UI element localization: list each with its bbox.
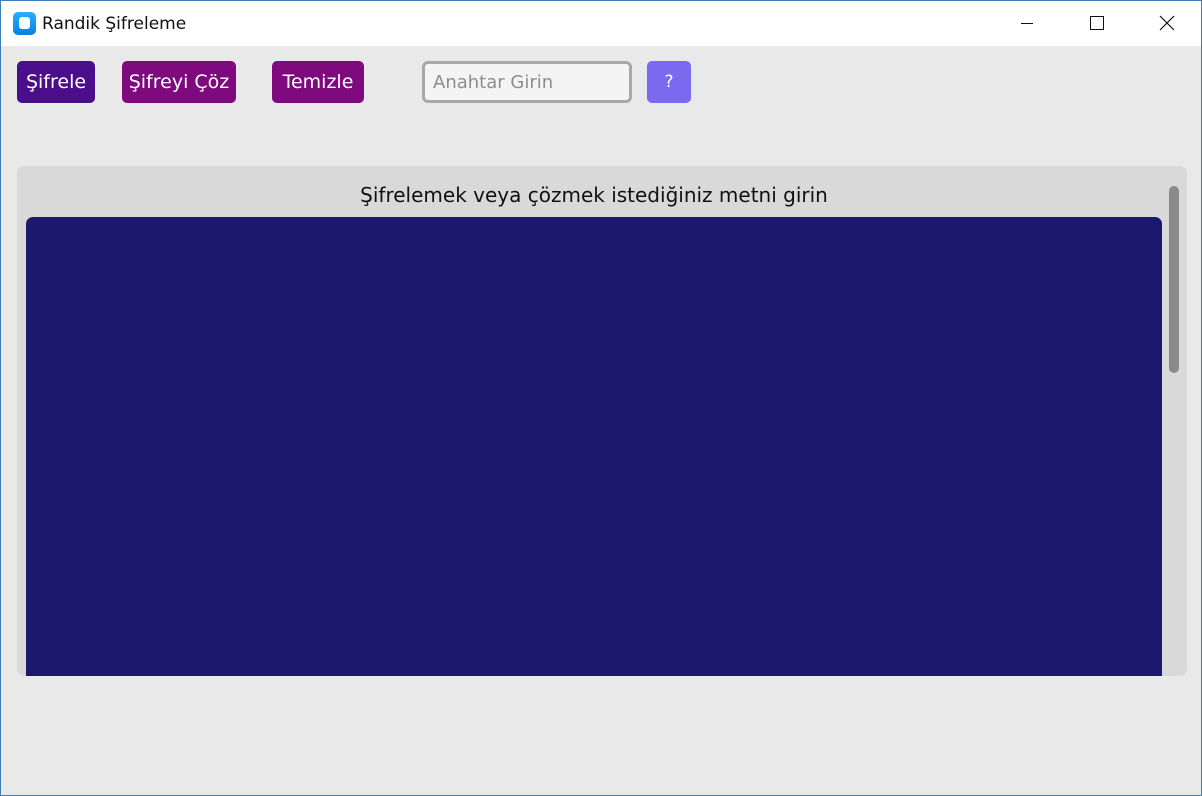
help-button[interactable]: ? <box>647 61 691 103</box>
message-textarea[interactable] <box>26 217 1162 676</box>
key-input[interactable] <box>422 61 632 103</box>
app-window: Randik Şifreleme Şifrele Şifreyi Çöz Tem… <box>0 0 1202 796</box>
encrypt-button[interactable]: Şifrele <box>17 61 95 103</box>
title-bar[interactable]: Randik Şifreleme <box>1 1 1201 46</box>
decrypt-button[interactable]: Şifreyi Çöz <box>122 61 236 103</box>
app-icon <box>13 12 36 35</box>
text-prompt-label: Şifrelemek veya çözmek istediğiniz metni… <box>360 183 828 207</box>
text-panel: Şifrelemek veya çözmek istediğiniz metni… <box>17 166 1187 676</box>
close-button[interactable] <box>1132 1 1202 46</box>
close-icon <box>1159 15 1175 31</box>
window-title: Randik Şifreleme <box>42 14 187 34</box>
maximize-button[interactable] <box>1062 1 1132 46</box>
clear-button[interactable]: Temizle <box>272 61 364 103</box>
minimize-button[interactable] <box>992 1 1062 46</box>
scrollbar-thumb[interactable] <box>1169 186 1179 373</box>
